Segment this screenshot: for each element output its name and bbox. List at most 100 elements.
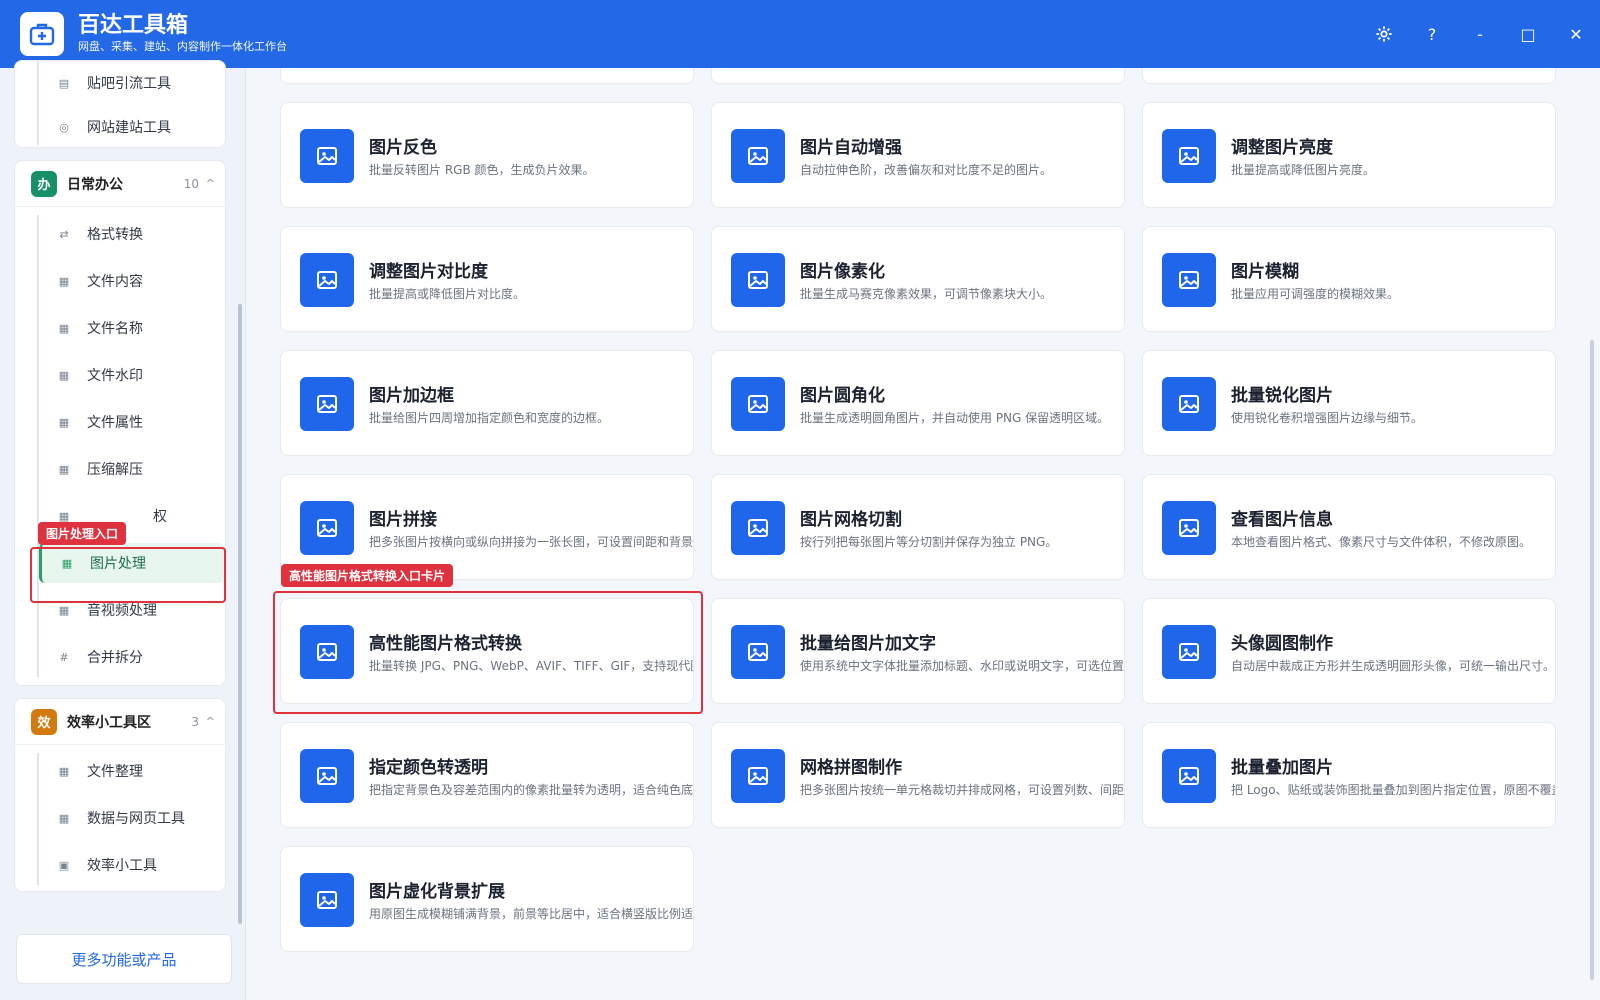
sidebar-item-organize[interactable]: ▦ 文件整理 <box>39 751 225 791</box>
tool-card-desc: 批量生成马赛克像素效果，可调节像素块大小。 <box>800 287 1053 301</box>
sidebar-item-av[interactable]: ▦ 音视频处理 <box>39 590 225 630</box>
hash-icon: # <box>59 650 69 664</box>
sidebar-group-office: 办 日常办公 10 ^ ⇄ 格式转换 ▦ 文件内容 ▦ 文件名称 ▦ 文件水印 … <box>14 160 226 686</box>
tool-card[interactable]: 图片像素化批量生成马赛克像素效果，可调节像素块大小。 <box>711 226 1125 332</box>
tool-card-desc: 使用锐化卷积增强图片边缘与细节。 <box>1231 411 1424 425</box>
close-button[interactable]: ✕ <box>1552 0 1600 68</box>
sidebar-group-web: ▤ 贴吧引流工具 ◎ 网站建站工具 <box>14 60 226 148</box>
grid-icon: ▦ <box>58 274 70 288</box>
sidebar-item-label: 文件名称 <box>87 321 143 337</box>
main-scrollbar[interactable] <box>1590 340 1594 980</box>
tool-card-partial[interactable] <box>1142 68 1556 84</box>
help-button[interactable]: ? <box>1408 0 1456 68</box>
tool-card-desc: 批量提高或降低图片对比度。 <box>369 287 526 301</box>
group-header-office[interactable]: 办 日常办公 10 ^ <box>15 161 225 207</box>
tool-card-desc: 自动拉伸色阶，改善偏灰和对比度不足的图片。 <box>800 163 1053 177</box>
sidebar-item-efficiency-tools[interactable]: ▣ 效率小工具 <box>39 845 225 885</box>
sidebar-item-watermark[interactable]: ▦ 文件水印 <box>39 355 225 395</box>
sidebar-item-compress[interactable]: ▦ 压缩解压 <box>39 449 225 489</box>
tool-card-desc: 把 Logo、贴纸或装饰图批量叠加到图片指定位置，原图不覆盖。 <box>1231 783 1556 797</box>
image-icon <box>1162 129 1216 183</box>
tool-card-desc: 批量应用可调强度的模糊效果。 <box>1231 287 1400 301</box>
tool-card[interactable]: 调整图片亮度 批量提高或降低图片亮度。 <box>1142 102 1556 208</box>
maximize-button[interactable]: □ <box>1504 0 1552 68</box>
sidebar-scrollbar[interactable] <box>238 304 242 924</box>
tool-card[interactable]: 头像圆图制作 自动居中裁成正方形并生成透明圆形头像，可统一输出尺寸。 <box>1142 598 1556 704</box>
tool-card-desc: 按行列把每张图片等分切割并保存为独立 PNG。 <box>800 535 1058 549</box>
card-annotation-tag: 高性能图片格式转换入口卡片 <box>281 564 454 587</box>
tool-card-desc: 把多张图片按统一单元格裁切并排成网格，可设置列数、间距和背 <box>800 783 1125 797</box>
tool-card[interactable]: 图片圆角化 批量生成透明圆角图片，并自动使用 PNG 保留透明区域。 <box>711 350 1125 456</box>
image-icon <box>1162 749 1216 803</box>
sidebar-item-data-web[interactable]: ▦ 数据与网页工具 <box>39 798 225 838</box>
tool-card-title: 查看图片信息 <box>1231 510 1333 530</box>
tool-card-partial[interactable] <box>280 68 694 84</box>
tool-card-desc: 批量给图片四周增加指定颜色和宽度的边框。 <box>369 411 610 425</box>
tool-card[interactable]: 图片反色 批量反转图片 RGB 颜色，生成负片效果。 <box>280 102 694 208</box>
sidebar-item-format[interactable]: ⇄ 格式转换 <box>39 214 225 254</box>
sidebar-item-file-attr[interactable]: ▦ 文件属性 <box>39 402 225 442</box>
tool-card[interactable]: 批量叠加图片把 Logo、贴纸或装饰图批量叠加到图片指定位置，原图不覆盖。 <box>1142 722 1556 828</box>
sidebar-annotation-tag: 图片处理入口 <box>38 522 127 545</box>
tool-card[interactable]: 调整图片对比度 批量提高或降低图片对比度。 <box>280 226 694 332</box>
tool-card[interactable]: 批量给图片加文字 使用系统中文字体批量添加标题、水印或说明文字，可选位置、字 <box>711 598 1125 704</box>
list-icon: ▤ <box>58 76 70 90</box>
settings-button[interactable] <box>1360 0 1408 68</box>
sidebar-item-merge[interactable]: # 合并拆分 <box>39 637 225 677</box>
image-icon <box>300 749 354 803</box>
image-icon <box>300 253 354 307</box>
chevron-up-icon[interactable]: ^ <box>206 715 215 728</box>
image-icon <box>731 749 785 803</box>
image-icon <box>1162 501 1216 555</box>
tool-card-title: 图片像素化 <box>800 262 885 282</box>
tool-card[interactable]: 图片模糊 批量应用可调强度的模糊效果。 <box>1142 226 1556 332</box>
image-icon <box>1162 377 1216 431</box>
group-header-efficiency[interactable]: 效 效率小工具区 3 ^ <box>15 699 225 745</box>
sidebar-item-label: 格式转换 <box>87 227 143 243</box>
image-icon <box>300 501 354 555</box>
tool-card-desc: 用原图生成模糊铺满背景，前景等比居中，适合横竖版比例适配。 <box>369 907 694 921</box>
app-logo-icon <box>20 12 64 56</box>
grid-icon: ▦ <box>58 462 70 476</box>
tool-card-desc: 批量生成透明圆角图片，并自动使用 PNG 保留透明区域。 <box>800 411 1110 425</box>
sidebar-item-label: 效率小工具 <box>87 858 157 874</box>
tool-card-title: 网格拼图制作 <box>800 758 902 778</box>
group-count: 3 <box>191 714 199 729</box>
grid-icon: ▦ <box>58 509 70 523</box>
tool-card[interactable]: 查看图片信息 本地查看图片格式、像素尺寸与文件体积，不修改原图。 <box>1142 474 1556 580</box>
group-name: 效率小工具区 <box>67 714 151 731</box>
tool-card[interactable]: 图片加边框批量给图片四周增加指定颜色和宽度的边框。 <box>280 350 694 456</box>
tool-card-title: 图片加边框 <box>369 386 454 406</box>
tool-card[interactable]: 高性能图片格式转换 批量转换 JPG、PNG、WebP、AVIF、TIFF、GIF… <box>280 598 694 704</box>
sidebar-item-label: 文件整理 <box>87 764 143 780</box>
tool-card-title: 图片网格切割 <box>800 510 902 530</box>
tool-card-partial[interactable] <box>711 68 1125 84</box>
tool-card[interactable]: 指定颜色转透明 把指定背景色及容差范围内的像素批量转为透明，适合纯色底素材 <box>280 722 694 828</box>
sidebar-item-label: 权 <box>153 509 167 525</box>
more-products-button[interactable]: 更多功能或产品 <box>16 934 232 984</box>
chevron-up-icon[interactable]: ^ <box>206 177 215 190</box>
sidebar-group-efficiency: 效 效率小工具区 3 ^ ▦ 文件整理 ▦ 数据与网页工具 ▣ 效率小工具 <box>14 698 226 892</box>
grid-icon: ▦ <box>58 764 70 778</box>
tool-card-title: 调整图片亮度 <box>1231 138 1333 158</box>
tool-card[interactable]: 图片虚化背景扩展 用原图生成模糊铺满背景，前景等比居中，适合横竖版比例适配。 <box>280 846 694 952</box>
tool-card-title: 高性能图片格式转换 <box>369 634 522 654</box>
sidebar-item-website[interactable]: ◎ 网站建站工具 <box>39 107 225 147</box>
tool-card[interactable]: 网格拼图制作把多张图片按统一单元格裁切并排成网格，可设置列数、间距和背 <box>711 722 1125 828</box>
grid-icon: ▦ <box>58 368 70 382</box>
sidebar-item-label: 文件水印 <box>87 368 143 384</box>
title-bar: 百达工具箱 网盘、采集、建站、内容制作一体化工作台 ? - □ ✕ <box>0 0 1600 68</box>
tool-card[interactable]: 批量锐化图片 使用锐化卷积增强图片边缘与细节。 <box>1142 350 1556 456</box>
sidebar-item-image[interactable]: ▦ 图片处理 <box>39 543 225 583</box>
sidebar-item-file-name[interactable]: ▦ 文件名称 <box>39 308 225 348</box>
minimize-button[interactable]: - <box>1456 0 1504 68</box>
sidebar-item-tieba[interactable]: ▤ 贴吧引流工具 <box>39 63 225 103</box>
grid-icon: ▦ <box>58 415 70 429</box>
tool-card[interactable]: 图片网格切割按行列把每张图片等分切割并保存为独立 PNG。 <box>711 474 1125 580</box>
grid-icon: ▦ <box>61 556 73 570</box>
tool-card[interactable]: 图片自动增强 自动拉伸色阶，改善偏灰和对比度不足的图片。 <box>711 102 1125 208</box>
app-title: 百达工具箱 <box>78 13 189 38</box>
sidebar-item-file-content[interactable]: ▦ 文件内容 <box>39 261 225 301</box>
sidebar-item-label: 网站建站工具 <box>87 120 171 136</box>
group-name: 日常办公 <box>67 176 123 193</box>
